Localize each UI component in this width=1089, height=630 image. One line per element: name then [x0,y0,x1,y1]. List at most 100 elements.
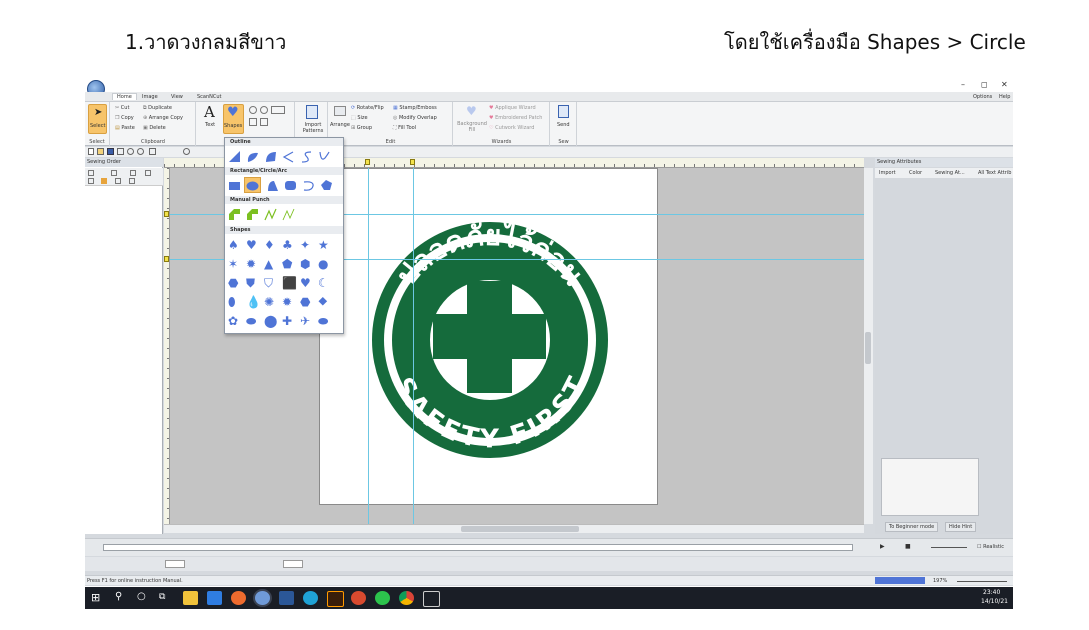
pie-icon[interactable] [320,179,333,192]
punch-satin-icon[interactable] [228,208,241,221]
shape-star-six-icon[interactable]: ✶ [228,257,238,271]
outline-triangle-icon[interactable] [228,150,241,163]
move-up-icon[interactable] [88,178,94,184]
print-icon[interactable] [117,148,124,155]
punch-running-icon[interactable] [264,208,277,221]
punch-triple-icon[interactable] [282,208,295,221]
lock-icon[interactable] [101,178,107,184]
search-icon[interactable]: ⚲ [115,591,122,602]
ruler-marker[interactable] [164,211,169,217]
simulator-slider-track[interactable] [103,544,853,551]
tab-image[interactable]: Image [142,94,158,100]
maximize-button[interactable]: ◻ [981,80,988,89]
hand-pan-icon[interactable] [249,118,257,126]
cut-button[interactable]: ✂ Cut [115,105,129,111]
help-menu[interactable]: Help [999,94,1010,100]
hide-hint-button[interactable]: Hide Hint [945,522,977,532]
filter-icon[interactable] [111,170,117,176]
horizontal-scrollbar[interactable] [164,524,864,533]
firefox-taskbar-icon[interactable] [231,591,246,605]
realistic-checkbox[interactable]: ☐ Realistic [977,544,1004,550]
tab-scanncut[interactable]: ScanNCut [197,94,222,100]
outline-line-icon[interactable] [282,150,295,163]
redo-icon[interactable] [137,148,144,155]
tab-color[interactable]: Color [909,170,922,176]
tab-import[interactable]: Import [879,170,896,176]
shape-hexagon-icon[interactable]: ⬢ [300,257,310,271]
ruler-marker[interactable] [164,256,169,262]
copy-button[interactable]: ❐ Copy [115,115,134,121]
shape-airplane-icon[interactable]: ✈ [300,314,310,328]
shape-moon-icon[interactable]: ☾ [318,276,329,290]
shape-diamond-icon[interactable]: ♦ [264,238,275,252]
cortana-icon[interactable]: ○ [137,591,146,602]
send-button[interactable]: Send [553,104,575,134]
vertical-scrollbar[interactable] [864,168,873,524]
illustrator-taskbar-icon[interactable] [327,591,344,607]
fill-tool-button[interactable]: ⛶ Fill Tool [393,125,416,131]
shape-shield-alt-icon[interactable]: ⛉ [264,276,273,290]
zoom-select-icon[interactable] [271,106,285,114]
punch-fill-icon[interactable] [246,208,259,221]
ruler-marker[interactable] [365,159,370,165]
shape-heart-icon[interactable]: ♥ [246,238,257,252]
background-fill-button[interactable]: ♥ Background Fill [456,104,487,136]
sort-icon[interactable] [88,170,94,176]
embroidery-app-taskbar-icon[interactable] [255,591,270,605]
shape-burst-icon[interactable]: ✹ [246,257,256,271]
applique-wizard-button[interactable]: ♥ Applique Wizard [489,105,536,111]
shape-badge-icon[interactable]: ✹ [282,295,292,309]
size-button[interactable]: ⬚ Size [351,115,368,121]
line-taskbar-icon[interactable] [375,591,390,605]
shape-droplet-icon[interactable]: 💧 [246,295,261,309]
shapes-button[interactable]: ♥ Shapes [223,104,244,134]
design-page[interactable]: ปลอดภัยไว้ก่อน SAFETY FIRST [319,168,658,505]
group-button[interactable]: ⊞ Group [351,125,372,131]
shape-circle-icon[interactable]: ● [318,257,328,271]
pointer-icon[interactable] [129,178,135,184]
outline-freehand-icon[interactable] [318,150,331,163]
task-view-icon[interactable]: ⧉ [159,592,165,602]
arrange-copy-button[interactable]: ⊕ Arrange Copy [143,115,183,121]
stop-icon[interactable]: ■ [905,543,911,550]
mail-taskbar-icon[interactable] [207,591,222,605]
play-icon[interactable]: ▶ [880,543,885,550]
view-icon[interactable] [149,148,156,155]
arc-icon[interactable] [302,179,315,192]
shape-star-icon[interactable]: ★ [318,238,329,252]
stamp-emboss-button[interactable]: ▦ Stamp/Emboss [393,105,437,111]
arrange-button[interactable]: Arrange [330,104,350,134]
file-explorer-taskbar-icon[interactable] [183,591,198,605]
shape-person-icon[interactable]: ✚ [282,314,292,328]
speed-slider[interactable] [931,547,967,548]
scroll-thumb[interactable] [461,526,579,532]
delete-button[interactable]: ▣ Delete [143,125,166,131]
circle-tool-button[interactable] [244,177,261,193]
display-taskbar-icon[interactable] [423,591,440,607]
guide-line-vertical[interactable] [413,168,414,524]
options-menu[interactable]: Options [973,94,992,100]
chrome-taskbar-icon[interactable] [399,591,414,605]
help-circle-icon[interactable] [183,148,190,155]
measure-icon[interactable] [260,118,268,126]
zoom-out-icon[interactable] [260,106,268,114]
shape-flower-shape-icon[interactable]: ⬣ [300,295,310,309]
minimize-button[interactable]: – [961,80,965,89]
shape-sparkle-icon[interactable]: ✦ [300,238,310,252]
cutwork-wizard-button[interactable]: ♡ Cutwork Wizard [489,125,534,131]
tab-home[interactable]: Home [112,93,137,100]
save-file-icon[interactable] [107,148,114,155]
app-taskbar-icon[interactable] [351,591,366,605]
outline-curve-icon[interactable] [264,150,277,163]
outline-bezier-icon[interactable] [300,150,313,163]
pencil-icon[interactable] [130,170,136,176]
tab-all-text-attributes[interactable]: All Text Attrib [978,170,1011,176]
zoom-slider[interactable] [957,581,1007,582]
undo-icon[interactable] [127,148,134,155]
duplicate-button[interactable]: ⧉ Duplicate [143,105,172,111]
shape-egg-icon[interactable]: ⬮ [228,295,236,309]
select-button[interactable]: ➤ Select [88,104,107,134]
close-button[interactable]: ✕ [1001,80,1008,89]
tab-sewing-attributes[interactable]: Sewing At... [935,170,965,176]
sector-icon[interactable] [266,179,279,192]
